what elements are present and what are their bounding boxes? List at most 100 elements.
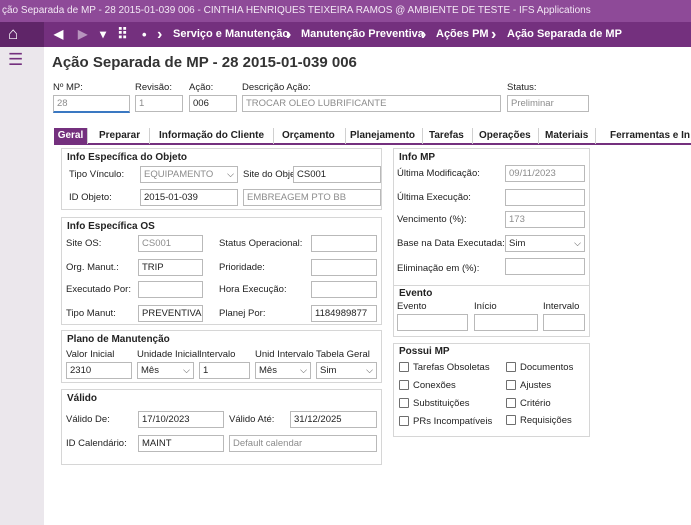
requisicoes-checkbox[interactable] <box>506 415 516 425</box>
prioridade-label: Prioridade: <box>219 262 265 273</box>
valido-de-value: 17/10/2023 <box>142 414 190 425</box>
base-data-select[interactable]: Sim ⌵ <box>505 235 585 252</box>
vencimento-label: Vencimento (%): <box>397 214 467 225</box>
org-manut-value: TRIP <box>142 262 164 273</box>
prs-incompativeis-checkbox[interactable] <box>399 416 409 426</box>
tipo-manut-label: Tipo Manut: <box>66 308 116 319</box>
substituicoes-checkbox[interactable] <box>399 398 409 408</box>
os-group-title: Info Específica OS <box>67 221 155 232</box>
tipo-manut-value: PREVENTIVA <box>142 308 202 319</box>
valido-de-field[interactable]: 17/10/2023 <box>138 411 224 428</box>
id-calendario-field[interactable]: MAINT <box>138 435 224 452</box>
status-label: Status: <box>507 82 537 93</box>
history-dropdown-icon[interactable]: ▾ <box>100 22 106 47</box>
planej-por-field[interactable]: 1184989877 <box>311 305 377 322</box>
vencimento-field[interactable]: 173 <box>505 211 585 228</box>
status-field[interactable]: Preliminar <box>507 95 589 112</box>
descricao-field[interactable]: TROCAR OLEO LUBRIFICANTE <box>242 95 501 112</box>
status-operacional-field[interactable] <box>311 235 377 252</box>
base-data-label: Base na Data Executada: <box>397 238 505 249</box>
evento-field[interactable] <box>397 314 468 331</box>
planej-por-label: Planej Por: <box>219 308 266 319</box>
valor-inicial-field[interactable]: 2310 <box>66 362 132 379</box>
tarefas-obsoletas-label: Tarefas Obsoletas <box>413 362 490 373</box>
site-os-field[interactable]: CS001 <box>138 235 203 252</box>
tab-tarefas[interactable]: Tarefas <box>423 128 473 144</box>
info-mp-group-title: Info MP <box>399 152 436 163</box>
tab-operacoes[interactable]: Operações <box>473 128 539 144</box>
unidade-inicial-label: Unidade Inicial <box>137 349 200 360</box>
acao-field[interactable]: 006 <box>189 95 237 112</box>
unid-intervalo-value: Mês <box>259 365 277 376</box>
conexoes-checkbox[interactable] <box>399 380 409 390</box>
objeto-group-title: Info Específica do Objeto <box>67 152 188 163</box>
tarefas-obsoletas-checkbox[interactable] <box>399 362 409 372</box>
descricao-value: TROCAR OLEO LUBRIFICANTE <box>246 98 387 109</box>
revisao-label: Revisão: <box>135 82 172 93</box>
site-objeto-value: CS001 <box>297 169 327 180</box>
unidade-inicial-select[interactable]: Mês ⌵ <box>137 362 194 379</box>
nr-mp-label: Nº MP: <box>53 82 83 93</box>
valido-ate-field[interactable]: 31/12/2025 <box>290 411 377 428</box>
hora-execucao-field[interactable] <box>311 281 377 298</box>
revisao-field[interactable]: 1 <box>135 95 183 112</box>
breadcrumb-separator-icon: › <box>421 26 427 43</box>
site-objeto-field[interactable]: CS001 <box>293 166 381 183</box>
ultima-modificacao-field[interactable]: 09/11/2023 <box>505 165 585 182</box>
id-objeto-description: EMBREAGEM PTO BB <box>243 189 381 206</box>
id-objeto-label: ID Objeto: <box>69 192 112 203</box>
eliminacao-field[interactable] <box>505 258 585 275</box>
forward-arrow-icon[interactable]: ▶ <box>78 22 87 47</box>
org-manut-field[interactable]: TRIP <box>138 259 203 276</box>
breadcrumb-separator-icon: › <box>157 26 163 43</box>
nr-mp-field[interactable]: 28 <box>53 95 130 113</box>
tabela-geral-select[interactable]: Sim ⌵ <box>316 362 377 379</box>
tab-orcamento[interactable]: Orçamento <box>274 128 346 144</box>
criterio-checkbox[interactable] <box>506 398 516 408</box>
home-button[interactable]: ⌂ <box>0 22 44 47</box>
documentos-label: Documentos <box>520 362 574 373</box>
org-manut-label: Org. Manut.: <box>66 262 119 273</box>
documentos-checkbox[interactable] <box>506 362 516 372</box>
menu-icon[interactable]: ☰ <box>8 50 23 70</box>
grid-menu-icon[interactable]: ⠿ <box>117 22 128 47</box>
tab-preparar[interactable]: Preparar <box>88 128 150 144</box>
tab-bar: Geral Preparar Informação do Cliente Orç… <box>54 128 691 145</box>
tipo-manut-field[interactable]: PREVENTIVA <box>138 305 203 322</box>
evento-intervalo-field[interactable] <box>543 314 585 331</box>
intervalo-value: 1 <box>203 365 209 376</box>
breadcrumb-acoes-pm[interactable]: Ações PM <box>436 22 489 47</box>
tab-geral[interactable]: Geral <box>54 128 88 144</box>
ultima-execucao-field[interactable] <box>505 189 585 206</box>
page-title: Ação Separada de MP - 28 2015-01-039 006 <box>52 54 357 71</box>
substituicoes-label: Substituições <box>413 398 470 409</box>
intervalo-field[interactable]: 1 <box>199 362 250 379</box>
eliminacao-label: Eliminação em (%): <box>397 263 480 274</box>
unid-intervalo-select[interactable]: Mês ⌵ <box>255 362 311 379</box>
tipo-vinculo-value: EQUIPAMENTO <box>144 169 214 180</box>
base-data-value: Sim <box>509 238 526 249</box>
dot-icon[interactable]: • <box>142 22 147 47</box>
tab-ferramentas[interactable]: Ferramentas e In <box>596 128 691 144</box>
tab-planejamento[interactable]: Planejamento <box>346 128 423 144</box>
tab-materiais[interactable]: Materiais <box>539 128 596 144</box>
sidebar: ☰ <box>0 47 44 525</box>
ajustes-checkbox[interactable] <box>506 380 516 390</box>
tipo-vinculo-select[interactable]: EQUIPAMENTO ⌵ <box>140 166 238 183</box>
executado-por-field[interactable] <box>138 281 203 298</box>
back-arrow-icon[interactable]: ◀ <box>54 22 63 47</box>
unid-intervalo-label: Unid Intervalo <box>255 349 314 360</box>
id-calendario-label: ID Calendário: <box>66 438 127 449</box>
chevron-down-icon: ⌵ <box>574 238 581 248</box>
vencimento-value: 173 <box>509 214 525 225</box>
chevron-down-icon: ⌵ <box>366 365 373 375</box>
inicio-field[interactable] <box>474 314 538 331</box>
tab-informacao-cliente[interactable]: Informação do Cliente <box>150 128 274 144</box>
breadcrumb-manutencao-preventiva[interactable]: Manutenção Preventiva <box>301 22 424 47</box>
prioridade-field[interactable] <box>311 259 377 276</box>
id-objeto-field[interactable]: 2015-01-039 <box>140 189 238 206</box>
nav-bar: ⌂ ◀ ▶ ▾ ⠿ • › Serviço e Manutenção › Man… <box>0 22 691 47</box>
breadcrumb-servico-manutencao[interactable]: Serviço e Manutenção <box>173 22 289 47</box>
home-icon: ⌂ <box>8 24 19 43</box>
tabela-geral-value: Sim <box>320 365 337 376</box>
